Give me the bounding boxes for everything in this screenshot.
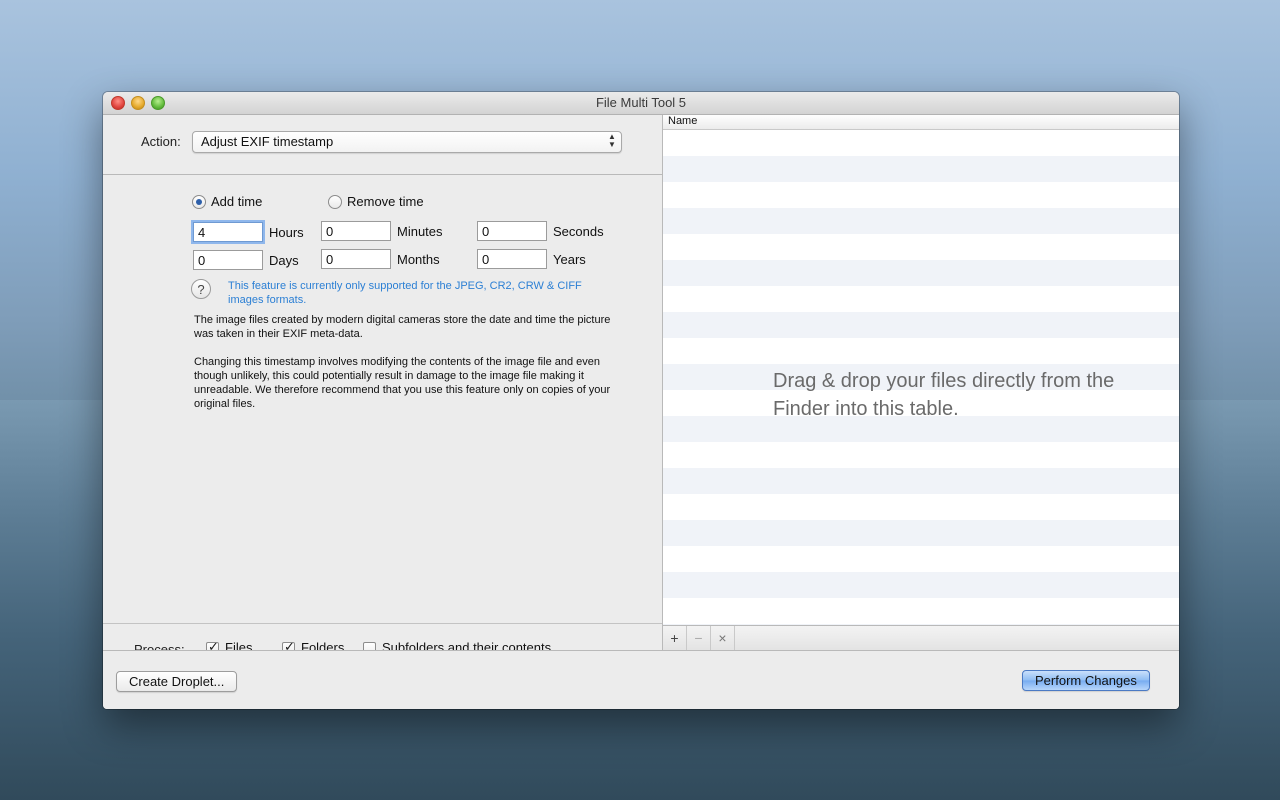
name-column-header[interactable]: Name — [663, 115, 1179, 130]
add-time-radio[interactable]: Add time — [192, 194, 282, 212]
remove-file-button[interactable]: − — [687, 626, 711, 651]
table-rows[interactable]: Drag & drop your files directly from the… — [663, 130, 1179, 625]
years-field[interactable] — [477, 249, 547, 269]
description-paragraph-2: Changing this timestamp involves modifyi… — [194, 356, 611, 410]
remove-time-label: Remove time — [347, 194, 424, 209]
action-popup[interactable]: Adjust EXIF timestamp ▲ ▼ — [192, 131, 622, 153]
window-title: File Multi Tool 5 — [595, 95, 687, 110]
add-time-label: Add time — [211, 194, 263, 209]
months-field[interactable] — [321, 249, 391, 269]
drop-hint: Drag & drop your files directly from the… — [773, 370, 1115, 420]
action-popup-value: Adjust EXIF timestamp — [201, 134, 334, 149]
create-droplet-button[interactable]: Create Droplet... — [116, 671, 238, 692]
table-footer: + − × — [663, 625, 1179, 651]
app-window: File Multi Tool 5 Action: Adjust EXIF ti… — [103, 92, 1179, 709]
bottom-bar: Create Droplet... Perform Changes — [103, 650, 1179, 709]
title-bar[interactable]: File Multi Tool 5 — [103, 92, 1179, 115]
clear-files-button[interactable]: × — [711, 626, 735, 651]
name-column-label: Name — [668, 115, 698, 127]
remove-time-radio[interactable]: Remove time — [328, 194, 438, 212]
action-row: Action: Adjust EXIF timestamp ▲ ▼ — [103, 115, 662, 175]
help-button[interactable]: ? — [191, 279, 211, 299]
minutes-label: Minutes — [397, 224, 443, 239]
add-file-button[interactable]: + — [663, 626, 687, 651]
minutes-field[interactable] — [321, 221, 391, 241]
action-label: Action: — [141, 134, 181, 149]
radio-unselected-icon — [328, 195, 342, 209]
format-support-note: This feature is currently only supported… — [228, 280, 582, 306]
question-icon: ? — [197, 282, 205, 297]
file-table[interactable]: Name Drag & drop your files directly fro… — [662, 115, 1179, 651]
days-label: Days — [269, 253, 299, 268]
seconds-field[interactable] — [477, 221, 547, 241]
hours-field[interactable] — [193, 222, 263, 242]
radio-selected-icon — [192, 195, 206, 209]
years-label: Years — [553, 252, 586, 267]
seconds-label: Seconds — [553, 224, 604, 239]
updown-arrows-icon: ▲ ▼ — [608, 132, 616, 149]
hours-label: Hours — [269, 225, 304, 240]
perform-changes-button[interactable]: Perform Changes — [1022, 670, 1150, 691]
description-paragraph-1: The image files created by modern digita… — [194, 314, 611, 340]
days-field[interactable] — [193, 250, 263, 270]
options-panel: Action: Adjust EXIF timestamp ▲ ▼ Add tim… — [103, 115, 662, 673]
months-label: Months — [397, 252, 440, 267]
